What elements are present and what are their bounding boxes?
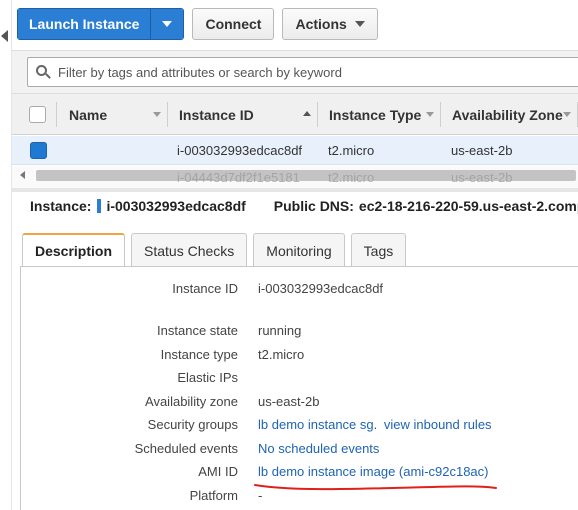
details-tabs: Description Status Checks Monitoring Tag… xyxy=(22,233,407,267)
tab-monitoring[interactable]: Monitoring xyxy=(253,233,345,267)
detail-elastic-ips: Elastic IPs xyxy=(21,370,578,390)
ami-id-link[interactable]: lb demo instance image (ami-c92c18ac) xyxy=(258,464,489,479)
column-availability-zone[interactable]: Availability Zone xyxy=(452,94,563,135)
column-instance-id[interactable]: Instance ID xyxy=(179,94,254,135)
detail-value: i-003032993edcac8df xyxy=(258,281,384,296)
detail-label: Elastic IPs xyxy=(177,370,238,385)
detail-value: running xyxy=(258,323,302,338)
tab-description[interactable]: Description xyxy=(22,233,126,267)
select-all-checkbox[interactable] xyxy=(29,106,46,123)
sort-ascending-icon[interactable] xyxy=(303,111,311,116)
horizontal-scrollbar[interactable] xyxy=(12,168,578,182)
pane-divider[interactable] xyxy=(12,188,578,192)
collapse-arrow-icon[interactable] xyxy=(1,30,8,42)
connect-button[interactable]: Connect xyxy=(192,8,275,40)
row-zone: us-east-2b xyxy=(451,143,513,158)
detail-security-groups: Security groups lb demo instance sg. vie… xyxy=(21,417,578,437)
connect-label: Connect xyxy=(205,16,262,32)
detail-scheduled-events: Scheduled events No scheduled events xyxy=(21,441,578,461)
detail-label: Instance ID xyxy=(172,281,238,296)
detail-label: Scheduled events xyxy=(134,441,238,456)
instance-id-value: i-003032993edcac8df xyxy=(106,198,246,214)
toolbar: Launch Instance Connect Actions xyxy=(17,8,378,40)
column-instance-type[interactable]: Instance Type xyxy=(329,94,421,135)
column-name[interactable]: Name xyxy=(69,94,107,135)
search-input[interactable] xyxy=(58,64,538,80)
detail-value: lb demo instance sg. view inbound rules xyxy=(258,417,492,432)
chevron-down-icon xyxy=(162,21,173,27)
detail-instance-type: Instance type t2.micro xyxy=(21,347,578,367)
detail-value: t2.micro xyxy=(258,347,305,362)
scroll-left-icon[interactable] xyxy=(20,171,25,179)
search-icon xyxy=(36,65,51,79)
detail-label: Instance type xyxy=(160,347,238,362)
row-instance-type: t2.micro xyxy=(328,143,375,158)
launch-instance-button[interactable]: Launch Instance xyxy=(18,9,152,39)
actions-label: Actions xyxy=(295,16,347,32)
sort-icon[interactable] xyxy=(563,112,571,117)
security-group-link[interactable]: lb demo instance sg xyxy=(258,417,374,432)
instance-color-marker xyxy=(97,199,102,213)
detail-instance-state: Instance state running xyxy=(21,323,578,343)
detail-label: Security groups xyxy=(147,417,238,432)
sort-icon[interactable] xyxy=(153,112,161,117)
search-box xyxy=(27,57,578,87)
public-dns-value: ec2-18-216-220-59.us-east-2.comp xyxy=(358,198,578,214)
left-rail xyxy=(0,0,12,510)
detail-value: - xyxy=(258,488,263,503)
tab-tags[interactable]: Tags xyxy=(350,233,407,267)
launch-instance-button-group: Launch Instance xyxy=(17,8,185,40)
detail-availability-zone: Availability zone us-east-2b xyxy=(21,394,578,414)
detail-instance-id: Instance ID i-003032993edcac8df xyxy=(21,281,578,301)
filter-bar xyxy=(12,50,578,94)
detail-label: AMI ID xyxy=(198,464,238,479)
launch-dropdown-button[interactable] xyxy=(151,9,184,39)
chevron-down-icon xyxy=(354,21,365,27)
grid-header: Name Instance ID Instance Type Availabil… xyxy=(12,94,578,135)
detail-label: Platform xyxy=(189,488,238,503)
instance-summary: Instance: i-003032993edcac8df Public DNS… xyxy=(30,196,578,216)
detail-label: Availability zone xyxy=(145,394,238,409)
detail-label: Instance state xyxy=(157,323,238,338)
view-inbound-rules-link[interactable]: view inbound rules xyxy=(384,417,492,432)
detail-value: us-east-2b xyxy=(258,394,320,409)
tab-status-checks[interactable]: Status Checks xyxy=(131,233,248,267)
scrollbar-thumb[interactable] xyxy=(36,170,576,181)
sort-icon[interactable] xyxy=(426,112,434,117)
scheduled-events-link[interactable]: No scheduled events xyxy=(258,441,379,456)
detail-platform: Platform - xyxy=(21,488,578,508)
row-checkbox[interactable] xyxy=(30,142,47,159)
instance-label: Instance: xyxy=(30,198,92,214)
table-row[interactable]: i-003032993edcac8df t2.micro us-east-2b xyxy=(12,136,578,165)
row-instance-id: i-003032993edcac8df xyxy=(177,143,303,158)
actions-button[interactable]: Actions xyxy=(282,8,378,40)
link-separator: . xyxy=(373,417,378,432)
tab-underline xyxy=(20,266,578,267)
public-dns-label: Public DNS: xyxy=(273,198,354,214)
